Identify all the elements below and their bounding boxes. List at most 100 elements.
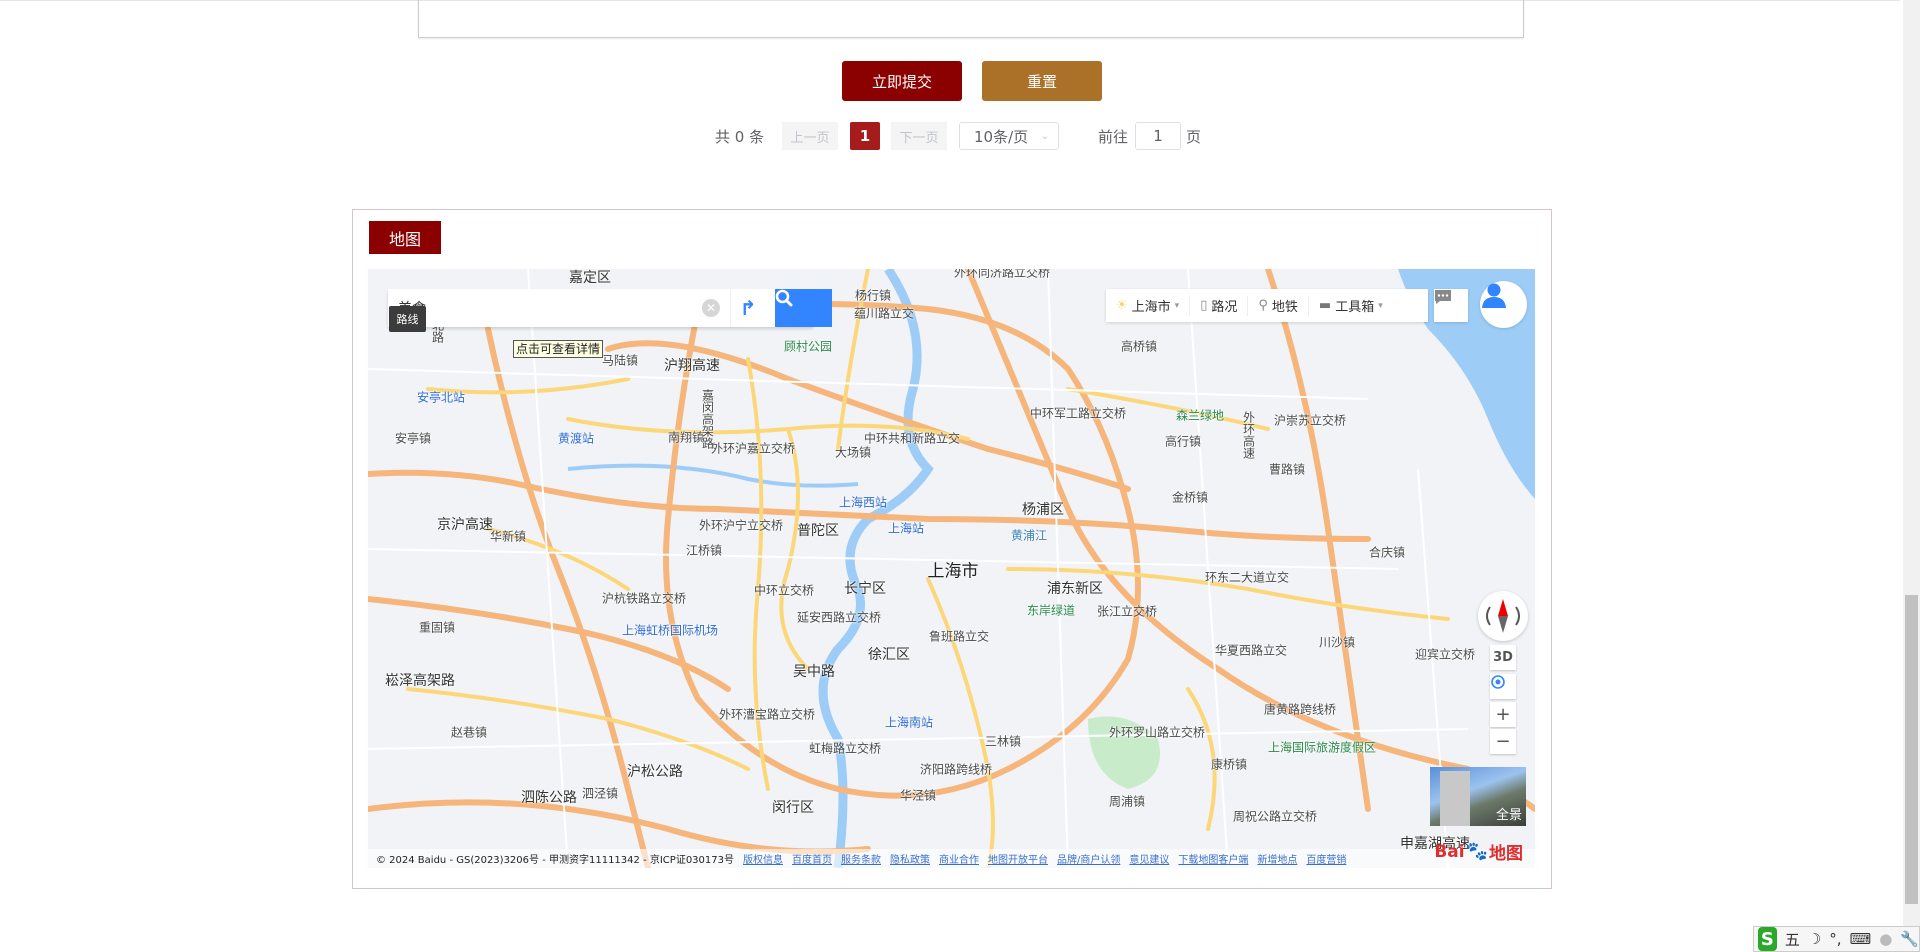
map-label[interactable]: 周浦镇 xyxy=(1109,793,1145,810)
page-1-button[interactable]: 1 xyxy=(850,122,880,150)
map-label[interactable]: 高行镇 xyxy=(1165,433,1201,450)
map-label[interactable]: 安亭镇 xyxy=(395,430,431,447)
map-search-button[interactable] xyxy=(775,289,832,327)
map-label[interactable]: 中环军工路立交桥 xyxy=(1030,405,1126,422)
map-label[interactable]: 上海站 xyxy=(888,520,924,537)
ime-mode[interactable]: 五 xyxy=(1785,929,1800,950)
map-search-input[interactable]: 美食 xyxy=(398,298,698,318)
map-label[interactable]: 顾村公园 xyxy=(784,338,832,355)
map-label[interactable]: 唐黄路跨线桥 xyxy=(1264,701,1336,718)
map-label[interactable]: 赵巷镇 xyxy=(451,724,487,741)
next-page-button[interactable]: 下一页 xyxy=(891,122,947,150)
map-label[interactable]: 三林镇 xyxy=(985,733,1021,750)
map-label[interactable]: 普陀区 xyxy=(797,520,839,540)
map-label[interactable]: 外环同济路立交桥 xyxy=(954,269,1050,281)
map-label[interactable]: 上海虹桥国际机场 xyxy=(622,622,718,639)
route-icon[interactable]: ↱ xyxy=(730,289,765,327)
footer-link[interactable]: 意见建议 xyxy=(1129,851,1169,866)
wrench-icon[interactable]: 🔧 xyxy=(1900,930,1919,948)
compass-control[interactable] xyxy=(1478,591,1528,641)
footer-link[interactable]: 新增地点 xyxy=(1257,851,1297,866)
map-label[interactable]: 上海国际旅游度假区 xyxy=(1268,739,1376,756)
map-label[interactable]: 徐汇区 xyxy=(868,644,910,664)
map-label[interactable]: 京沪高速 xyxy=(437,514,493,534)
user-avatar-button[interactable] xyxy=(1480,281,1527,328)
map-label[interactable]: 浦东新区 xyxy=(1047,578,1103,598)
baidu-map-logo[interactable]: Bai 🐾 地图 xyxy=(1434,839,1523,864)
zoom-out-button[interactable]: − xyxy=(1490,729,1516,754)
zoom-in-button[interactable]: + xyxy=(1490,702,1516,727)
3d-button[interactable]: 3D xyxy=(1490,645,1516,670)
map-label[interactable]: 黄浦江 xyxy=(1011,527,1047,544)
map-label[interactable]: 重固镇 xyxy=(419,619,455,636)
footer-link[interactable]: 商业合作 xyxy=(939,851,979,866)
map-label[interactable]: 金桥镇 xyxy=(1172,489,1208,506)
map-label[interactable]: 崧泽高架路 xyxy=(385,670,455,690)
map-label[interactable]: 环东二大道立交 xyxy=(1205,569,1289,586)
submit-button[interactable]: 立即提交 xyxy=(842,61,962,101)
footer-link[interactable]: 百度首页 xyxy=(792,851,832,866)
map-label[interactable]: 沪翔高速 xyxy=(664,355,720,375)
map-label[interactable]: 吴中路 xyxy=(793,661,835,681)
map-label[interactable]: 蕴川路立交 xyxy=(854,305,914,322)
map-label[interactable]: 沪崇苏立交桥 xyxy=(1274,412,1346,429)
map-label[interactable]: 杨行镇 xyxy=(855,287,891,304)
map-label[interactable]: 长宁区 xyxy=(844,578,886,598)
locate-button[interactable] xyxy=(1490,674,1516,699)
user-icon[interactable]: ● xyxy=(1879,930,1892,948)
clear-icon[interactable]: ✕ xyxy=(702,299,720,317)
goto-page-input[interactable]: 1 xyxy=(1135,122,1181,150)
map-label[interactable]: 外环漕宝路立交桥 xyxy=(719,706,815,723)
sogou-ime-icon[interactable]: S xyxy=(1758,927,1777,951)
map-label[interactable]: 合庆镇 xyxy=(1369,544,1405,561)
map-label[interactable]: 外环沪宁立交桥 xyxy=(699,517,783,534)
toolbox-button[interactable]: ▬ 工具箱 ▾ xyxy=(1309,296,1393,316)
map-search-box[interactable]: 美食 ✕ ↱ xyxy=(388,289,832,327)
map-label[interactable]: 江桥镇 xyxy=(686,542,722,559)
map-label[interactable]: 安亭北站 xyxy=(417,389,465,406)
traffic-button[interactable]: ▯ 路况 xyxy=(1190,295,1249,316)
map-label[interactable]: 鲁班路立交 xyxy=(929,628,989,645)
footer-link[interactable]: 隐私政策 xyxy=(890,851,930,866)
map-label[interactable]: 中环立交桥 xyxy=(754,582,814,599)
map-label[interactable]: 闵行区 xyxy=(772,797,814,817)
map-label[interactable]: 高桥镇 xyxy=(1121,338,1157,355)
map-label[interactable]: 上海南站 xyxy=(885,714,933,731)
panorama-button[interactable]: 全景 xyxy=(1430,767,1526,826)
map-label[interactable]: 上海西站 xyxy=(839,494,887,511)
map-label[interactable]: 外环沪嘉立交桥 xyxy=(711,440,795,457)
map-label[interactable]: 外环高速 xyxy=(1241,411,1258,459)
map-label[interactable]: 曹路镇 xyxy=(1269,461,1305,478)
map-label[interactable]: 嘉闵高架路 xyxy=(700,389,717,449)
map-label[interactable]: 森兰绿地 xyxy=(1176,407,1224,424)
map-label[interactable]: 马陆镇 xyxy=(602,352,638,369)
page-scrollbar[interactable] xyxy=(1903,0,1920,952)
page-size-select[interactable]: 10条/页 ⌄ xyxy=(959,122,1059,150)
reset-button[interactable]: 重置 xyxy=(982,61,1102,101)
map-label[interactable]: 中环共和新路立交 xyxy=(864,430,960,447)
map-label[interactable]: 华新镇 xyxy=(490,528,526,545)
baidu-map[interactable]: 嘉定区杨行镇 蕴川路立交 外环同济路立交桥顾村公园马陆镇 沪翔高速安亭北站安亭镇 黄渡站… xyxy=(368,269,1535,868)
map-label[interactable]: 迎宾立交桥 xyxy=(1415,646,1475,663)
subway-button[interactable]: ⚲ 地铁 xyxy=(1248,295,1309,316)
map-label[interactable]: 嘉定区 xyxy=(569,269,611,287)
map-label[interactable]: 泗陈公路 xyxy=(521,787,577,807)
map-label[interactable]: 华泾镇 xyxy=(900,787,936,804)
map-label[interactable]: 杨浦区 xyxy=(1022,499,1064,519)
map-label[interactable]: 康桥镇 xyxy=(1211,756,1247,773)
city-select[interactable]: ☀ 上海市 ▾ xyxy=(1106,295,1191,316)
map-label[interactable]: 川沙镇 xyxy=(1319,634,1355,651)
map-label[interactable]: 周祝公路立交桥 xyxy=(1233,808,1317,825)
footer-link[interactable]: 服务条款 xyxy=(841,851,881,866)
map-label[interactable]: 济阳路跨线桥 xyxy=(920,761,992,778)
map-label[interactable]: 虹梅路立交桥 xyxy=(809,740,881,757)
prev-page-button[interactable]: 上一页 xyxy=(782,122,838,150)
moon-icon[interactable]: ☽ xyxy=(1808,930,1821,948)
map-label[interactable]: 东岸绿道 xyxy=(1027,602,1075,619)
map-label[interactable]: 黄渡站 xyxy=(558,430,594,447)
map-label[interactable]: 延安西路立交桥 xyxy=(797,609,881,626)
map-label[interactable]: 外环罗山路立交桥 xyxy=(1109,724,1205,741)
map-label[interactable]: 沪杭铁路立交桥 xyxy=(602,590,686,607)
message-button[interactable] xyxy=(1434,289,1468,322)
map-label[interactable]: 上海市 xyxy=(928,557,979,582)
